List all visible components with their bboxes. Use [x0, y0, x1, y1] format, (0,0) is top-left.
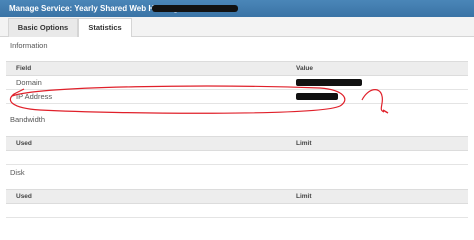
window-titlebar: Manage Service: Yearly Shared Web Hostin…	[0, 0, 474, 17]
redacted-ip-value	[296, 93, 338, 100]
redacted-domain-value	[296, 79, 362, 86]
information-table-header: Field Value	[6, 61, 468, 76]
tab-statistics[interactable]: Statistics	[78, 18, 132, 37]
column-header-field: Field	[16, 65, 32, 72]
table-row: IP Address	[6, 90, 468, 104]
table-row	[6, 151, 468, 165]
table-row: Domain	[6, 76, 468, 90]
disk-table-header: Used Limit	[6, 189, 468, 204]
column-header-used: Used	[16, 193, 32, 200]
table-row	[6, 204, 468, 218]
field-label-ip-address: IP Address	[16, 92, 53, 101]
column-header-limit: Limit	[296, 193, 312, 200]
column-header-limit: Limit	[296, 140, 312, 147]
bandwidth-table-header: Used Limit	[6, 136, 468, 151]
tab-bar: Basic Options Statistics	[0, 17, 474, 37]
section-title-bandwidth: Bandwidth	[10, 115, 46, 124]
column-header-used: Used	[16, 140, 32, 147]
tab-basic-options[interactable]: Basic Options	[8, 18, 78, 37]
field-label-domain: Domain	[16, 78, 42, 87]
section-title-information: Information	[10, 41, 48, 50]
section-title-disk: Disk	[10, 168, 25, 177]
column-header-value: Value	[296, 65, 313, 72]
redacted-domain	[152, 5, 238, 12]
annotation-tick	[382, 109, 389, 114]
